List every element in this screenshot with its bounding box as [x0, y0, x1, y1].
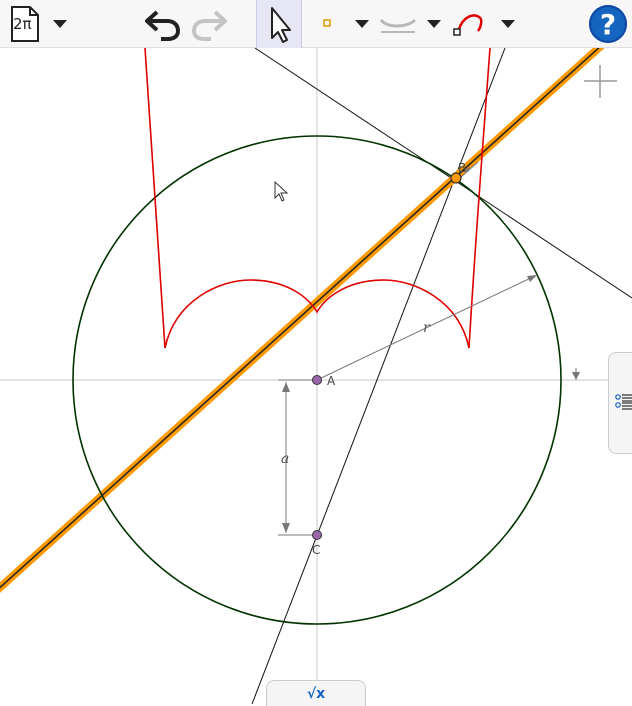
curve-tool-dropdown[interactable]	[496, 0, 520, 48]
radius-arrowhead	[527, 275, 537, 282]
locus-tool-dropdown[interactable]	[422, 0, 446, 48]
caret-down-icon	[501, 20, 515, 28]
mouse-cursor-icon	[274, 180, 289, 202]
radius-label: r	[423, 320, 431, 336]
point-tool-button[interactable]	[316, 0, 340, 48]
graphics-canvas[interactable]: r a A B C	[0, 48, 632, 704]
sqrt-x-icon: √x	[306, 685, 326, 702]
help-icon: ?	[589, 5, 627, 43]
point-a[interactable]	[312, 375, 322, 385]
main-menu-button[interactable]: 2π	[0, 0, 48, 48]
pointer-arrow-icon	[271, 7, 291, 43]
caret-down-icon	[355, 20, 369, 28]
tangent-line[interactable]	[254, 48, 632, 299]
zoom-plus-icon[interactable]	[584, 65, 617, 98]
freehand-curve-tool-button[interactable]	[450, 0, 490, 48]
line-through-c[interactable]	[251, 48, 506, 704]
move-tool-button[interactable]	[256, 0, 302, 48]
distance-arrowhead-bottom	[282, 523, 290, 533]
locus-branch-right[interactable]	[468, 48, 491, 349]
freehand-curve-icon	[453, 14, 483, 36]
locus-curve-icon	[379, 18, 417, 33]
point-c-label: C	[312, 543, 320, 557]
distance-label: a	[281, 451, 289, 467]
redo-button[interactable]	[186, 0, 232, 48]
undo-button[interactable]	[140, 0, 186, 48]
caret-down-icon	[427, 20, 441, 28]
undo-icon	[145, 10, 181, 41]
caret-down-icon	[53, 20, 67, 28]
axis-marker-arrow	[572, 372, 580, 380]
toolbar: 2π ?	[0, 0, 632, 48]
highlighted-line[interactable]	[0, 48, 605, 593]
help-button[interactable]: ?	[584, 0, 632, 48]
point-a-label: A	[327, 374, 336, 388]
point-b-label: B	[458, 161, 466, 175]
locus-branch-left[interactable]	[144, 48, 166, 349]
algebra-input-tab[interactable]: √x	[266, 680, 366, 706]
locus-tool-button[interactable]	[378, 0, 418, 48]
point-icon	[323, 19, 331, 27]
point-tool-dropdown[interactable]	[350, 0, 374, 48]
point-c[interactable]	[312, 530, 322, 540]
distance-arrowhead-top	[282, 382, 290, 392]
menu-label: 2π	[13, 15, 32, 33]
menu-dropdown-button[interactable]	[48, 0, 72, 48]
list-settings-icon	[615, 394, 632, 410]
redo-icon	[191, 10, 227, 41]
style-bar-toggle[interactable]	[608, 352, 632, 454]
